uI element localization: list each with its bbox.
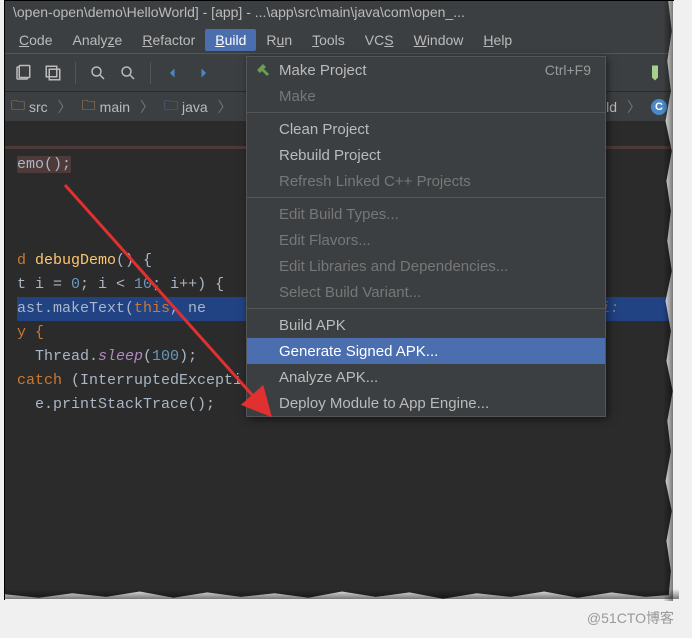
toolbar-separator [150, 62, 151, 84]
chevron-right-icon: 〉 [627, 97, 641, 117]
zoom-icon-2[interactable] [116, 61, 140, 85]
menu-code[interactable]: Codedocument.currentScript.previousEleme… [9, 29, 62, 51]
menu-refresh-cpp: Refresh Linked C++ Projects [247, 168, 605, 194]
menu-edit-flavors: Edit Flavors... [247, 227, 605, 253]
chevron-right-icon: 〉 [140, 97, 154, 117]
code-line: emo(); [17, 156, 71, 173]
hammer-icon [255, 62, 271, 78]
menu-generate-signed-apk[interactable]: Generate Signed APK... [247, 338, 605, 364]
shortcut-label: Ctrl+F9 [545, 62, 591, 78]
menu-edit-build-types: Edit Build Types... [247, 201, 605, 227]
zoom-icon[interactable] [86, 61, 110, 85]
menu-refactor[interactable]: Refactor [132, 29, 205, 51]
crumb-java[interactable]: 🗀 java [164, 95, 208, 119]
menu-build-apk[interactable]: Build APK [247, 312, 605, 338]
chevron-right-icon: 〉 [58, 97, 72, 117]
save-all-icon[interactable] [41, 61, 65, 85]
nav-forward-icon[interactable] [191, 61, 215, 85]
folder-icon: 🗀 [164, 95, 178, 119]
menu-separator [247, 197, 605, 198]
menu-window[interactable]: Window [404, 29, 474, 51]
menu-build[interactable]: Build [205, 29, 256, 51]
build-menu-dropdown: Make Project Ctrl+F9 Make Clean Project … [246, 56, 606, 417]
nav-back-icon[interactable] [161, 61, 185, 85]
menu-select-build-variant: Select Build Variant... [247, 279, 605, 305]
menu-bar: Codedocument.currentScript.previousEleme… [5, 26, 673, 54]
folder-icon: 🗀 [82, 95, 96, 119]
crumb-src[interactable]: 🗀 src [11, 95, 48, 119]
menu-analyze-apk[interactable]: Analyze APK... [247, 364, 605, 390]
crumb-main[interactable]: 🗀 main [82, 95, 130, 119]
folder-icon: 🗀 [11, 95, 25, 119]
menu-rebuild-project[interactable]: Rebuild Project [247, 142, 605, 168]
menu-clean-project[interactable]: Clean Project [247, 116, 605, 142]
menu-help[interactable]: Help [473, 29, 522, 51]
torn-edge-shadow [5, 589, 679, 599]
menu-separator [247, 308, 605, 309]
open-file-icon[interactable] [11, 61, 35, 85]
menu-edit-libraries: Edit Libraries and Dependencies... [247, 253, 605, 279]
watermark: @51CTO博客 [587, 608, 674, 628]
menu-separator [247, 112, 605, 113]
menu-vcs[interactable]: VCS [355, 29, 404, 51]
menu-make-project[interactable]: Make Project Ctrl+F9 [247, 57, 605, 83]
chevron-right-icon: 〉 [218, 97, 232, 117]
menu-tools[interactable]: Tools [302, 29, 355, 51]
torn-edge-shadow [663, 1, 673, 601]
menu-deploy-module[interactable]: Deploy Module to App Engine... [247, 390, 605, 416]
menu-run[interactable]: Run [256, 29, 302, 51]
window-title: \open-open\demo\HelloWorld] - [app] - ..… [5, 1, 673, 26]
menu-analyze[interactable]: Analyze [62, 29, 132, 51]
menu-make: Make [247, 83, 605, 109]
toolbar-separator [75, 62, 76, 84]
